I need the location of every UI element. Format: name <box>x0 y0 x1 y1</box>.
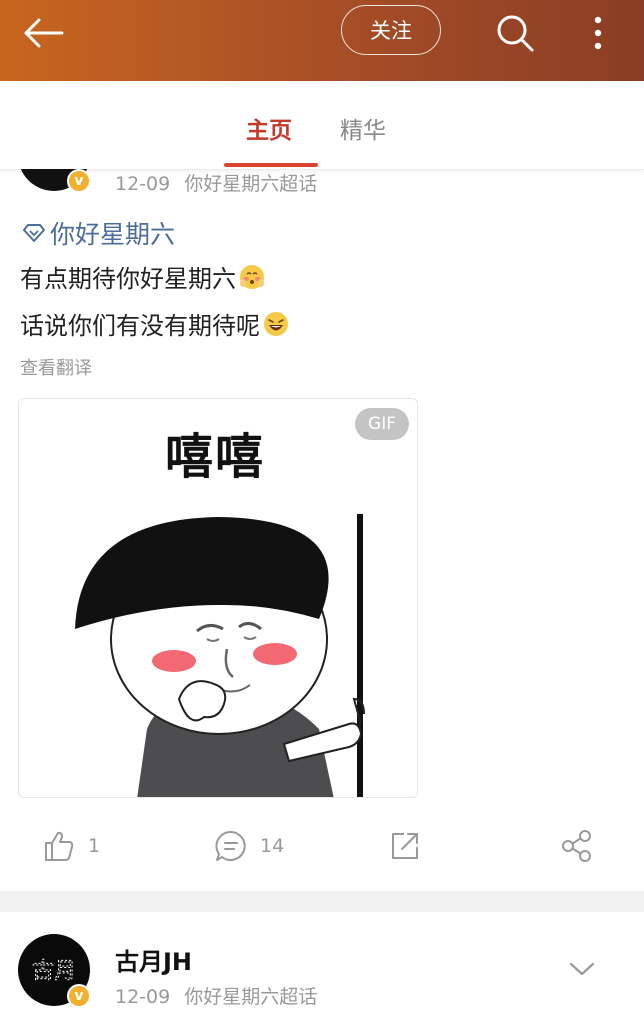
diamond-icon <box>23 224 45 242</box>
post-meta: 12-09 你好星期六超话 <box>115 169 317 196</box>
active-tab-indicator <box>224 163 318 167</box>
thumbs-up-icon <box>45 831 74 861</box>
post-date: 12-09 <box>115 986 171 1008</box>
post-text-line: 有点期待你好星期六 <box>20 259 266 294</box>
share-nodes-icon <box>562 830 591 862</box>
post-source[interactable]: 你好星期六超话 <box>184 986 317 1008</box>
feed-post: v 12-09 你好星期六超话 你好星期六 有点期待你好星期六 话说你们有没有期待… <box>0 169 644 891</box>
topic-label: 你好星期六 <box>50 220 176 249</box>
gif-badge: GIF <box>355 408 409 440</box>
more-vertical-icon[interactable] <box>586 12 610 54</box>
shy-face-emoji-icon <box>240 264 264 289</box>
share-button[interactable] <box>560 829 606 863</box>
translate-link[interactable]: 查看翻译 <box>20 354 92 380</box>
share-out-icon <box>392 833 418 859</box>
post-text: 有点期待你好星期六 <box>20 265 236 293</box>
tab-home[interactable]: 主页 <box>246 111 292 145</box>
like-button[interactable]: 1 <box>42 829 100 863</box>
post-text: 话说你们有没有期待呢 <box>20 312 260 340</box>
post-text-line: 话说你们有没有期待呢 <box>20 306 290 341</box>
gif-caption: 嘻嘻 <box>165 429 266 485</box>
topic-link[interactable]: 你好星期六 <box>22 215 175 251</box>
post-meta: 12-09 你好星期六超话 <box>115 982 317 1009</box>
search-icon[interactable] <box>494 12 536 54</box>
top-bar: 关注 <box>0 0 644 81</box>
verified-badge-icon: v <box>67 169 91 193</box>
feed-post: 古月 v 古月JH 12-09 你好星期六超话 <box>0 912 644 1018</box>
comment-count: 14 <box>260 835 285 857</box>
tab-featured[interactable]: 精华 <box>340 111 386 145</box>
gif-image[interactable]: 嘻嘻 GIF <box>18 398 418 798</box>
post-divider <box>0 891 644 912</box>
username[interactable]: 古月JH <box>115 942 192 977</box>
back-arrow-icon[interactable] <box>22 16 66 50</box>
comment-bubble-icon <box>215 830 246 861</box>
repost-button[interactable] <box>388 829 434 863</box>
svg-text:古月: 古月 <box>32 959 76 984</box>
chevron-down-icon[interactable] <box>568 960 596 978</box>
laughing-emoji-icon <box>264 311 288 336</box>
post-date: 12-09 <box>115 173 171 195</box>
verified-badge-icon: v <box>67 984 91 1008</box>
like-count: 1 <box>88 835 101 857</box>
tab-bar: 主页 精华 <box>0 81 644 170</box>
follow-button[interactable]: 关注 <box>341 5 441 55</box>
post-source[interactable]: 你好星期六超话 <box>184 173 317 195</box>
comment-button[interactable]: 14 <box>214 829 284 863</box>
post-actions: 1 14 <box>0 829 644 869</box>
